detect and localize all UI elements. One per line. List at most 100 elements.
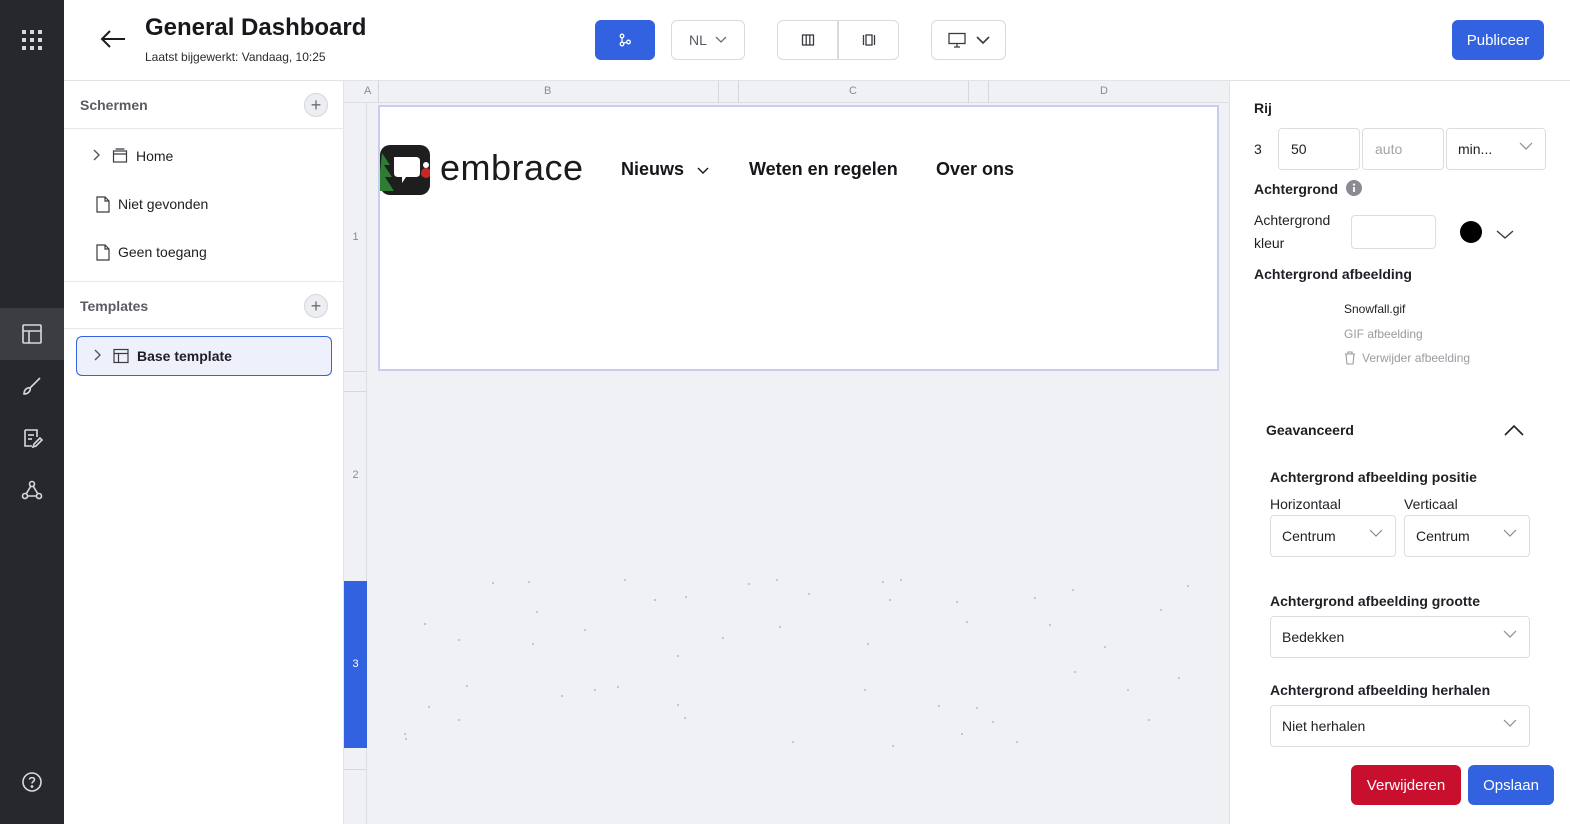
row-heading: Rij	[1254, 100, 1272, 116]
flow-icon	[619, 33, 631, 47]
chevron-down-icon	[697, 167, 709, 174]
row-min-value: min...	[1458, 141, 1493, 157]
language-select[interactable]: NL	[671, 20, 745, 60]
column-label: C	[849, 85, 857, 97]
position-label: Achtergrond afbeelding positie	[1270, 469, 1477, 485]
columns-view-button[interactable]	[777, 20, 838, 60]
screen-item-niet-gevonden[interactable]: Niet gevonden	[76, 184, 332, 224]
logo-text: embrace	[440, 147, 584, 188]
chevron-down-icon	[975, 35, 990, 44]
flow-button[interactable]	[595, 20, 655, 60]
publish-button[interactable]: Publiceer	[1452, 20, 1544, 60]
apps-grid-icon[interactable]	[0, 14, 64, 66]
help-icon[interactable]	[0, 756, 64, 808]
template-icon	[113, 348, 129, 364]
spacing-view-button[interactable]	[838, 20, 899, 60]
delete-button[interactable]: Verwijderen	[1351, 765, 1461, 805]
background-color-input[interactable]	[1351, 215, 1436, 249]
layout-icon[interactable]	[0, 308, 64, 360]
row-handle-active[interactable]: 3	[344, 581, 367, 748]
row-label: 2	[352, 469, 359, 481]
chevron-down-icon	[715, 36, 727, 43]
image-size-select[interactable]: Bedekken	[1270, 616, 1530, 658]
embrace-logo-icon	[378, 145, 431, 195]
vertical-position-select[interactable]: Centrum	[1404, 515, 1530, 557]
column-label: D	[1100, 85, 1108, 97]
background-color-label: Achtergrond kleur	[1254, 212, 1331, 251]
last-updated: Laatst bijgewerkt: Vandaag, 10:25	[145, 50, 326, 64]
advanced-heading: Geavanceerd	[1266, 422, 1354, 438]
screens-section-header: Schermen +	[64, 81, 344, 129]
properties-panel: Rij 3 50 auto min... Achtergrond Achterg…	[1229, 81, 1570, 824]
nav-item-weten-en-regelen[interactable]: Weten en regelen	[749, 159, 898, 180]
screens-panel: Schermen + Home Niet gevonden Geen toega…	[64, 81, 344, 824]
template-item-label: Base template	[137, 348, 232, 364]
chevron-down-icon	[1503, 630, 1517, 638]
desktop-icon	[947, 32, 966, 48]
add-screen-button[interactable]: +	[304, 93, 328, 117]
screen-item-home[interactable]: Home	[76, 136, 332, 176]
page-icon	[96, 243, 110, 261]
chevron-down-icon	[1503, 529, 1517, 537]
chevron-down-icon	[1369, 529, 1383, 537]
image-repeat-value: Niet herhalen	[1282, 718, 1366, 734]
row-number: 3	[1254, 141, 1262, 157]
row-ruler: 1 2 3	[344, 103, 367, 824]
language-value: NL	[689, 32, 707, 48]
edit-list-icon[interactable]	[0, 412, 64, 464]
template-item-base[interactable]: Base template	[76, 336, 332, 376]
image-size-value: Bedekken	[1282, 629, 1345, 645]
integrations-icon[interactable]	[0, 464, 64, 516]
screen-item-label: Home	[136, 148, 174, 164]
columns-icon	[801, 34, 814, 46]
vertical-label: Verticaal	[1404, 496, 1458, 512]
color-swatch[interactable]	[1460, 221, 1482, 243]
row-label: 1	[352, 231, 359, 243]
trash-icon	[1345, 351, 1355, 365]
info-icon[interactable]	[1346, 180, 1362, 201]
chevron-down-icon	[1519, 142, 1533, 150]
site-header-row[interactable]: embrace Nieuws Weten en regelen Over ons	[378, 105, 1219, 371]
templates-title: Templates	[80, 298, 149, 314]
add-template-button[interactable]: +	[304, 294, 328, 318]
remove-image-label: Verwijder afbeelding	[1362, 351, 1471, 365]
horizontal-position-value: Centrum	[1282, 528, 1336, 544]
horizontal-position-select[interactable]: Centrum	[1270, 515, 1396, 557]
nav-item-over-ons[interactable]: Over ons	[936, 159, 1014, 180]
horizontal-label: Horizontaal	[1270, 496, 1341, 512]
screen-icon	[112, 148, 128, 164]
templates-section-header: Templates +	[64, 281, 344, 329]
nav-item-nieuws[interactable]: Nieuws	[621, 159, 709, 180]
background-heading: Achtergrond	[1254, 181, 1338, 197]
screen-item-label: Geen toegang	[118, 244, 207, 260]
chevron-up-icon[interactable]	[1504, 423, 1524, 441]
top-bar: General Dashboard Laatst bijgewerkt: Van…	[64, 0, 1570, 81]
column-label: B	[544, 85, 552, 97]
row-label: 3	[352, 658, 359, 670]
image-repeat-select[interactable]: Niet herhalen	[1270, 705, 1530, 747]
column-ruler: A B C D	[344, 81, 1229, 103]
row-auto-input[interactable]: auto	[1362, 128, 1444, 170]
size-label: Achtergrond afbeelding grootte	[1270, 593, 1480, 609]
editor-canvas[interactable]: A B C D 1 2 3 embrace Nieuws Weten en re…	[344, 81, 1229, 824]
chevron-down-icon	[1503, 719, 1517, 727]
vertical-position-value: Centrum	[1416, 528, 1470, 544]
chevron-right-icon[interactable]	[93, 349, 107, 364]
image-filename: Snowfall.gif	[1344, 302, 1406, 316]
chevron-down-icon[interactable]	[1496, 227, 1514, 245]
screen-item-geen-toegang[interactable]: Geen toegang	[76, 232, 332, 272]
image-type: GIF afbeelding	[1344, 327, 1423, 341]
nav-label: Nieuws	[621, 159, 685, 179]
brush-icon[interactable]	[0, 360, 64, 412]
back-arrow-icon[interactable]	[98, 24, 128, 54]
row-min-select[interactable]: min...	[1446, 128, 1546, 170]
page-icon	[96, 195, 110, 213]
row-height-input[interactable]: 50	[1278, 128, 1360, 170]
chevron-right-icon[interactable]	[92, 149, 106, 164]
save-button[interactable]: Opslaan	[1468, 765, 1554, 805]
repeat-label: Achtergrond afbeelding herhalen	[1270, 682, 1491, 698]
page-title: General Dashboard	[145, 14, 367, 41]
remove-image-button[interactable]: Verwijder afbeelding	[1344, 351, 1470, 365]
spacing-icon	[862, 34, 875, 46]
device-select[interactable]	[931, 20, 1006, 60]
